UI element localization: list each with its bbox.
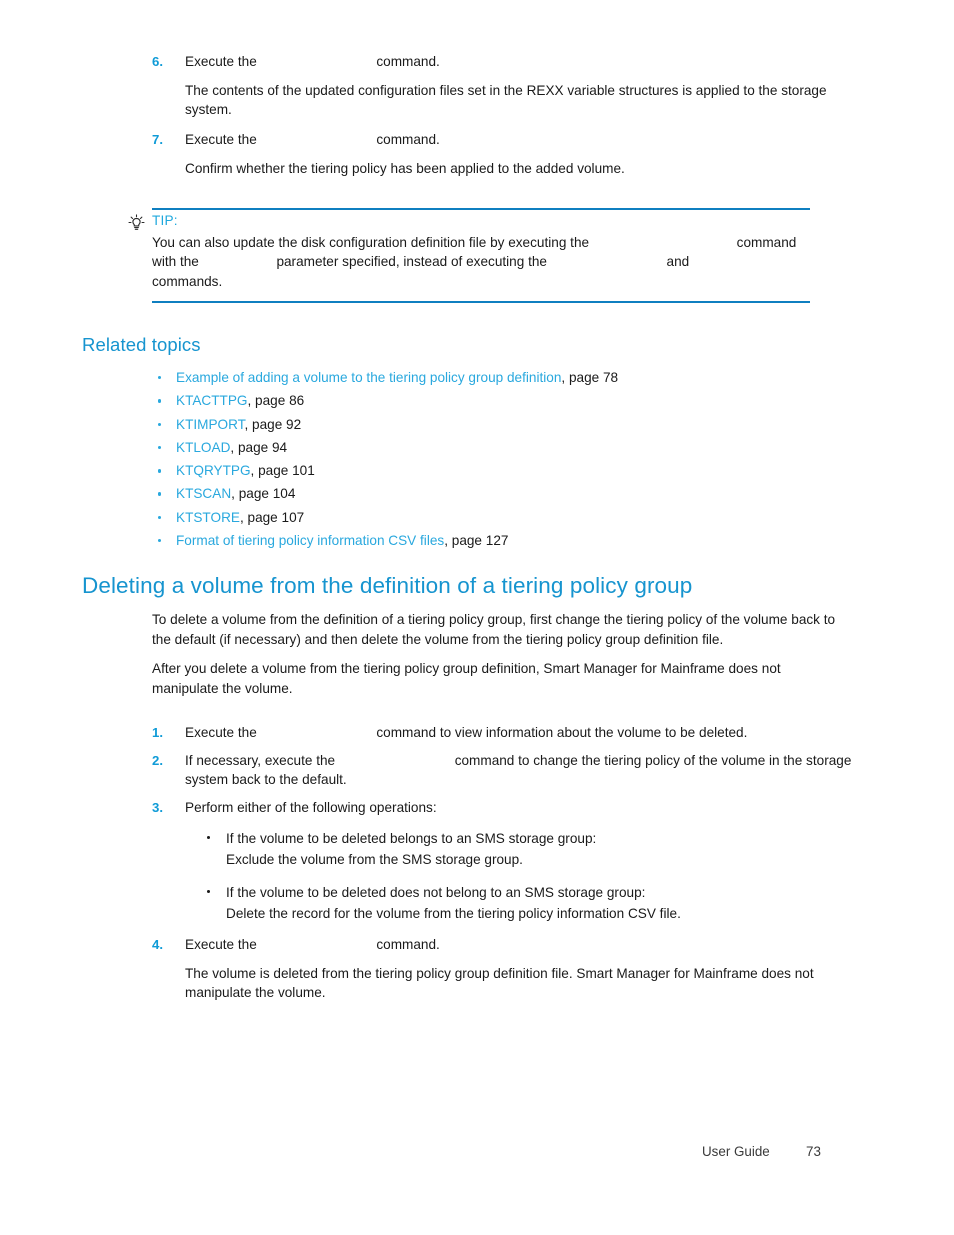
footer-label: User Guide: [702, 1144, 770, 1159]
related-topic-page: , page 107: [239, 509, 305, 525]
step-paragraph: The contents of the updated configuratio…: [185, 83, 827, 117]
step-text: Execute the command.: [185, 52, 852, 71]
step-number: 2.: [152, 753, 163, 768]
related-topic-page: , page 127: [444, 533, 509, 549]
step-paragraph: Confirm whether the tiering policy has b…: [185, 161, 625, 176]
related-topic-link[interactable]: KTQRYTPG: [176, 463, 251, 478]
tip-bottom-rule: [152, 301, 810, 303]
related-topic-link[interactable]: KTSCAN: [176, 486, 231, 501]
bullet-icon: [158, 376, 162, 380]
related-topic-page: , page 101: [250, 463, 315, 479]
bullet-icon: [158, 492, 162, 496]
related-topic-page: , page 92: [244, 416, 302, 432]
step-text-after: command.: [376, 132, 440, 147]
step-number: 7.: [152, 132, 163, 147]
step-number: 4.: [152, 937, 163, 952]
related-topic-page: , page 94: [230, 439, 288, 455]
procedure-step-6: 6. Execute the command. The contents of …: [152, 52, 852, 119]
section-heading: Deleting a volume from the definition of…: [82, 573, 693, 598]
step-number: 6.: [152, 54, 163, 69]
related-topics-heading: Related topics: [82, 334, 201, 355]
related-topic-item[interactable]: Example of adding a volume to the tierin…: [158, 366, 858, 389]
sub-list-item: If the volume to be deleted belongs to a…: [207, 828, 852, 870]
bullet-icon: [158, 399, 162, 403]
step-text-before: Execute the: [185, 937, 257, 952]
tip-label: TIP:: [152, 212, 178, 228]
related-topic-item[interactable]: KTSCAN, page 104: [158, 482, 858, 505]
related-topic-item[interactable]: KTQRYTPG, page 101: [158, 459, 858, 482]
procedure-step-3: 3. Perform either of the following opera…: [152, 798, 852, 924]
procedure-step-7: 7. Execute the command. Confirm whether …: [152, 130, 852, 178]
intro-paragraph-2: After you delete a volume from the tieri…: [152, 661, 781, 696]
bullet-icon: [207, 890, 210, 893]
tip-line1-a: You can also update the disk configurati…: [152, 234, 590, 250]
step-text: Execute the command.: [185, 130, 852, 149]
step-text-after: command to view information about the vo…: [376, 725, 748, 740]
section-procedure-list: 1. Execute the command to view informati…: [152, 723, 852, 1002]
step-sub-list: If the volume to be deleted belongs to a…: [185, 828, 852, 924]
related-topic-page: , page 104: [231, 486, 296, 502]
top-procedure-list: 6. Execute the command. The contents of …: [152, 52, 852, 178]
sub-item-line-2: Delete the record for the volume from th…: [226, 906, 681, 921]
related-topic-item[interactable]: KTIMPORT, page 92: [158, 413, 858, 436]
related-topic-page: , page 78: [561, 370, 619, 385]
step-text-before: Execute the: [185, 132, 257, 147]
document-page: 6. Execute the command. The contents of …: [0, 0, 954, 1235]
related-topic-item[interactable]: KTACTTPG, page 86: [158, 389, 858, 412]
tip-line2-b: parameter specified, instead of executin…: [276, 254, 547, 270]
lightbulb-icon: [128, 213, 145, 231]
step-text-after: command.: [376, 54, 440, 69]
step-text-after: command.: [376, 937, 440, 952]
bullet-icon: [158, 422, 162, 426]
tip-admonition: TIP: You can also update the disk config…: [128, 208, 810, 303]
related-topic-link[interactable]: Example of adding a volume to the tierin…: [176, 370, 561, 385]
procedure-step-4: 4. Execute the command. The volume is de…: [152, 935, 852, 1002]
related-topic-link[interactable]: KTSTORE: [176, 510, 240, 525]
sub-item-line-1: If the volume to be deleted does not bel…: [226, 885, 646, 900]
bullet-icon: [158, 539, 162, 543]
related-topic-link[interactable]: KTACTTPG: [176, 393, 248, 408]
step-text: Execute the command.: [185, 935, 852, 954]
tip-line2-c: and: [666, 254, 690, 270]
tip-body: You can also update the disk configurati…: [152, 233, 810, 292]
step-number: 1.: [152, 725, 163, 740]
related-topic-item[interactable]: KTSTORE, page 107: [158, 506, 858, 529]
tip-line2-d: commands.: [152, 273, 223, 289]
step-paragraph: The volume is deleted from the tiering p…: [185, 966, 814, 1000]
bullet-icon: [158, 469, 162, 473]
related-topic-item[interactable]: Format of tiering policy information CSV…: [158, 529, 858, 552]
step-number: 3.: [152, 800, 163, 815]
sub-item-line-2: Exclude the volume from the SMS storage …: [226, 852, 523, 867]
sub-item-line-1: If the volume to be deleted belongs to a…: [226, 831, 597, 846]
related-topic-link[interactable]: KTLOAD: [176, 440, 230, 455]
related-topic-link[interactable]: KTIMPORT: [176, 417, 244, 432]
related-topic-link[interactable]: Format of tiering policy information CSV…: [176, 533, 444, 548]
step-text-before: If necessary, execute the: [185, 753, 336, 768]
related-topic-item[interactable]: KTLOAD, page 94: [158, 436, 858, 459]
procedure-step-2: 2. If necessary, execute the command to …: [152, 751, 852, 789]
sub-list-item: If the volume to be deleted does not bel…: [207, 882, 852, 924]
procedure-step-1: 1. Execute the command to view informati…: [152, 723, 852, 742]
page-footer: User Guide 73: [0, 1144, 954, 1164]
footer-page-number: 73: [806, 1144, 821, 1159]
bullet-icon: [158, 515, 162, 520]
bullet-icon: [158, 445, 162, 450]
bullet-icon: [207, 836, 210, 839]
section-intro: To delete a volume from the definition o…: [152, 610, 842, 698]
tip-line2-a: the: [179, 254, 199, 270]
step-text-before: Execute the: [185, 725, 257, 740]
step-text: Execute the command to view information …: [185, 723, 852, 742]
intro-paragraph-1: To delete a volume from the definition o…: [152, 612, 836, 647]
step-text: If necessary, execute the command to cha…: [185, 751, 852, 789]
tip-header: TIP:: [128, 210, 810, 232]
related-topics-list: Example of adding a volume to the tierin…: [158, 366, 858, 552]
related-topic-page: , page 86: [247, 393, 305, 409]
step-text: Perform either of the following operatio…: [185, 800, 437, 815]
step-text-before: Execute the: [185, 54, 257, 69]
